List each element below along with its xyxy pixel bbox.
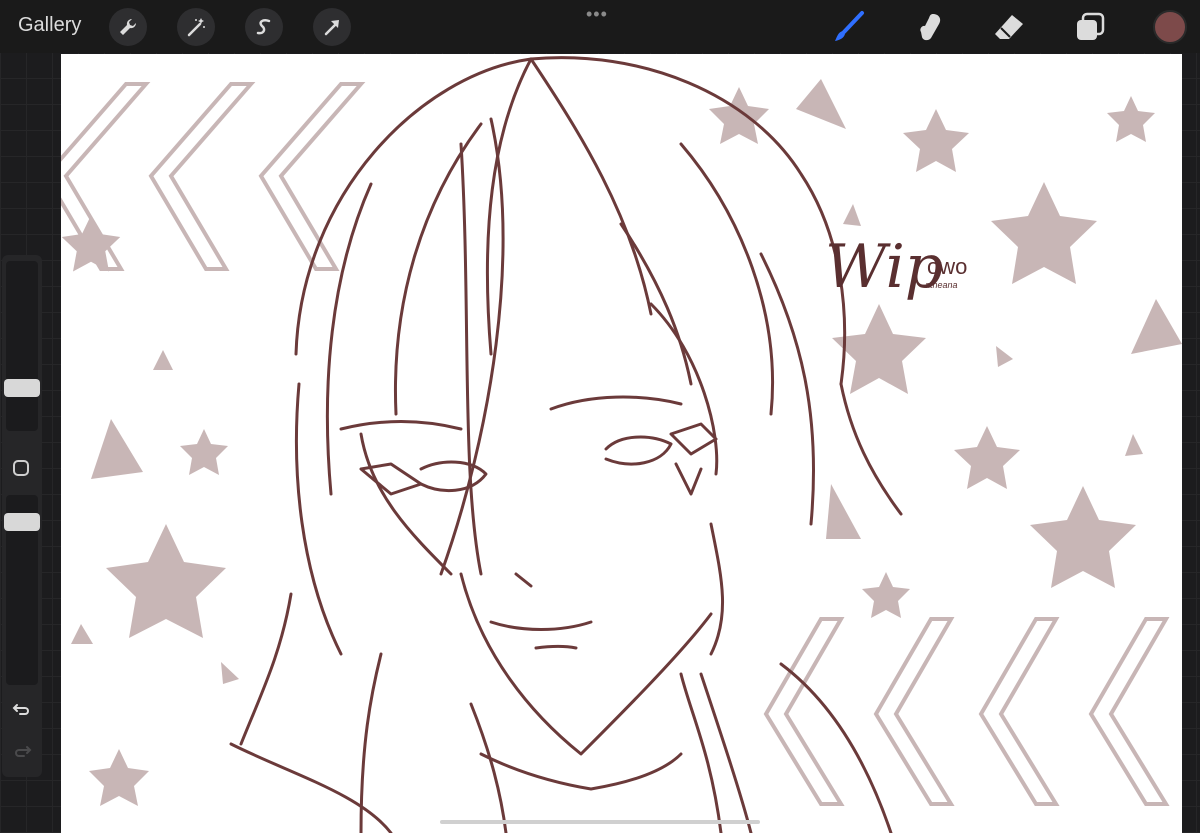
left-sidebar [2, 255, 42, 777]
adjustments-button[interactable] [177, 8, 215, 46]
opacity-thumb[interactable] [4, 513, 40, 531]
owo-handwritten-label: owo [927, 254, 968, 279]
selection-s-icon [256, 19, 271, 35]
home-indicator [440, 820, 760, 824]
undo-arrow-icon [12, 704, 29, 715]
brush-icon [835, 11, 864, 41]
selection-button[interactable] [245, 8, 283, 46]
smudge-tool-button[interactable] [913, 10, 947, 44]
gallery-button[interactable]: Gallery [18, 14, 81, 37]
drawing-canvas[interactable]: Wip owo atheana [61, 54, 1182, 833]
transform-arrow-icon [324, 20, 339, 36]
more-menu-dots[interactable]: ••• [586, 4, 608, 25]
color-picker-swatch[interactable] [1153, 10, 1187, 44]
brush-tool-button[interactable] [832, 10, 866, 44]
redo-button[interactable] [11, 740, 33, 762]
wrench-icon [120, 18, 137, 35]
eraser-icon [995, 15, 1023, 39]
opacity-slider[interactable] [4, 495, 40, 685]
artist-signature: atheana [925, 280, 958, 290]
character-lineart [229, 56, 903, 833]
smudge-icon [920, 14, 941, 41]
triangle-decorations [71, 79, 1182, 684]
chevron-decorations-right [763, 617, 1170, 806]
actions-button[interactable] [109, 8, 147, 46]
layers-icon [1077, 12, 1105, 40]
magic-wand-icon [187, 18, 205, 37]
brush-size-thumb[interactable] [4, 379, 40, 397]
eraser-tool-button[interactable] [992, 10, 1026, 44]
modify-button[interactable] [13, 460, 29, 476]
transform-button[interactable] [313, 8, 351, 46]
redo-arrow-icon [15, 746, 32, 757]
top-toolbar: Gallery ••• [0, 0, 1200, 53]
layers-button[interactable] [1073, 10, 1107, 44]
artwork [61, 56, 1182, 833]
brush-size-slider[interactable] [4, 261, 40, 431]
undo-button[interactable] [11, 698, 33, 720]
wip-handwritten-label: Wip [825, 232, 944, 302]
